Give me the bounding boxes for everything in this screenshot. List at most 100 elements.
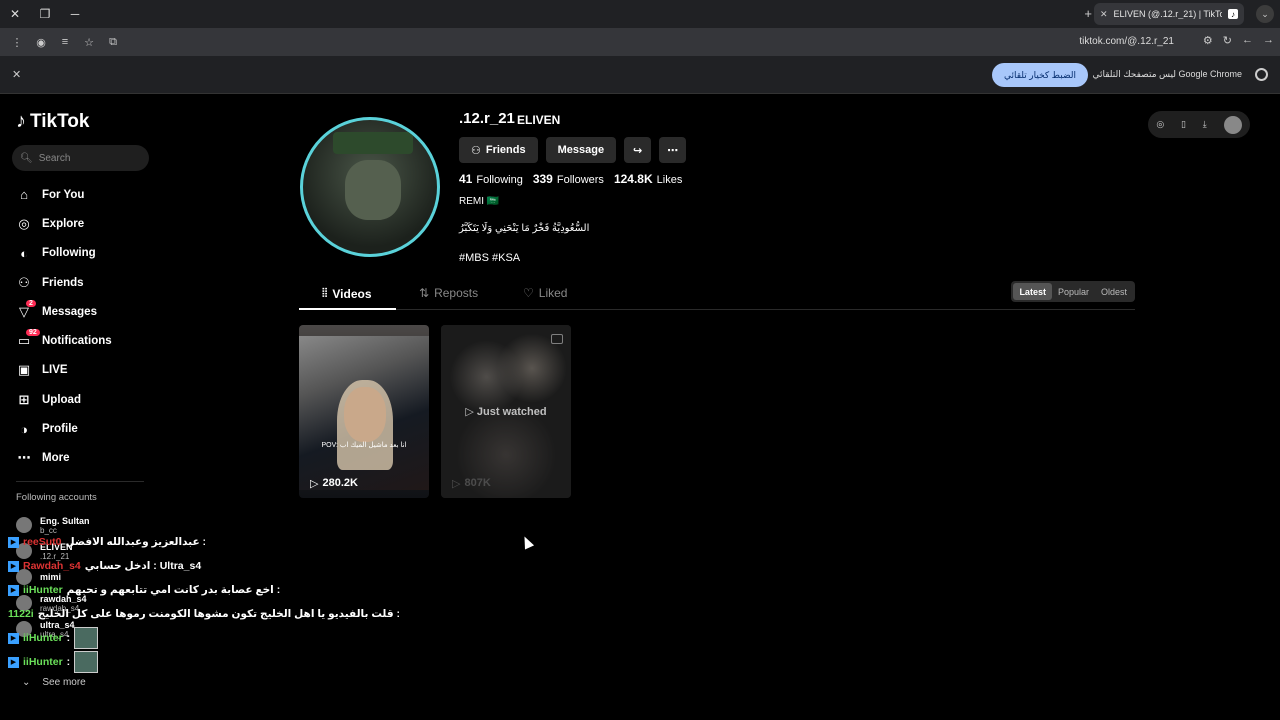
emote-image: [74, 627, 99, 649]
chat-line: 1122i قلت بالفيديو يا اهل الخليج تكون مشو…: [8, 608, 401, 620]
messages-badge: 2: [26, 300, 36, 308]
new-tab-icon[interactable]: +: [1084, 6, 1092, 21]
sidebar-item-explore[interactable]: ◎ Explore: [16, 209, 112, 238]
more-options-button[interactable]: ⋯: [659, 137, 687, 163]
platform-icon: ▶: [8, 632, 19, 644]
menu-icon[interactable]: ⋮: [8, 36, 26, 49]
tab-videos[interactable]: ⦙⦙ Videos: [322, 286, 372, 301]
tab-search-icon[interactable]: ⌄: [1256, 5, 1274, 23]
view-count: ▷ 280.2K: [310, 477, 358, 490]
share-button[interactable]: ↪: [624, 137, 652, 163]
download-icon[interactable]: ⤓: [1203, 119, 1207, 130]
friends-icon: ⚇: [471, 144, 481, 157]
sort-oldest[interactable]: Oldest: [1095, 283, 1133, 300]
star-icon[interactable]: ☆: [80, 36, 98, 49]
profile-bio-arabic: السُّعُودِيَّةُ فَخْرٌ مَا يَنْحَنِي وَل…: [459, 223, 590, 234]
video-card[interactable]: POV: انا بعد ماشيل الميك اب ▷ 280.2K: [299, 325, 429, 498]
tiktok-favicon-icon: ♪: [1228, 9, 1238, 19]
tab-reposts[interactable]: ⇅ Reposts: [419, 286, 478, 300]
sort-toggle: Latest Popular Oldest: [1011, 281, 1135, 302]
reading-list-icon[interactable]: ≡: [56, 36, 74, 48]
forward-icon[interactable]: →: [1263, 34, 1274, 47]
video-card[interactable]: ▷ Just watched ▷ 807K: [441, 325, 571, 498]
stat-following[interactable]: 41 Following: [459, 172, 523, 186]
heart-icon: ♡: [523, 286, 534, 300]
sidebar-item-more[interactable]: ⋯ More: [16, 444, 112, 473]
chrome-icon: [1255, 68, 1268, 81]
more-icon: ⋯: [667, 144, 679, 157]
tiktok-logo[interactable]: ♪ TikTok: [16, 110, 89, 133]
upload-icon: ⊞: [18, 391, 30, 407]
close-tab-icon[interactable]: ✕: [1100, 9, 1108, 20]
sidebar-item-friends[interactable]: ⚇ Friends: [16, 268, 112, 297]
sidebar-item-profile[interactable]: ◑ Profile: [16, 414, 112, 443]
sidebar-item-live[interactable]: ▣ LIVE: [16, 356, 112, 385]
live-icon: ▣: [17, 362, 31, 378]
avatar[interactable]: [1223, 115, 1242, 134]
share-icon: ↪: [632, 144, 643, 157]
profile-actions: ⚇ Friends Message ↪ ⋯: [459, 137, 687, 163]
back-icon[interactable]: ←: [1242, 34, 1253, 47]
coins-icon[interactable]: ◎: [1156, 119, 1164, 130]
minimize-window-icon[interactable]: ─: [60, 0, 90, 28]
profile-hashtags[interactable]: #MBS #KSA: [459, 252, 520, 264]
avatar-face-image: [345, 160, 401, 220]
repost-icon: ⇅: [419, 286, 430, 300]
divider: [16, 481, 144, 482]
mouse-cursor: [519, 534, 535, 550]
tiktok-note-icon: ♪: [16, 110, 26, 132]
address-bar: ⋮ ◉ ≡ ☆ ⧉ tiktok.com/@.12.r_21 ⚙ ↻ ← →: [0, 28, 1280, 56]
chat-line: ▶ iiHunter:: [8, 650, 400, 674]
reload-icon[interactable]: ↻: [1223, 34, 1232, 47]
home-icon: ⌂: [20, 187, 28, 203]
restore-window-icon[interactable]: ❐: [30, 0, 60, 28]
browser-tab[interactable]: ✕ ELIVEN (@.12.r_21) | TikTok ♪: [1094, 3, 1244, 25]
top-right-tools: ◎ ▯ ⤓: [1148, 111, 1250, 138]
message-button[interactable]: Message: [545, 137, 617, 163]
sort-popular[interactable]: Popular: [1052, 283, 1095, 300]
profile-icon: ◑: [20, 421, 28, 437]
install-app-icon[interactable]: ⧉: [104, 36, 122, 49]
search-icon: 🔍︎: [20, 152, 33, 164]
sidebar-item-messages[interactable]: ▽ 2 Messages: [16, 297, 112, 326]
grid-icon: ⦙⦙: [322, 286, 328, 300]
play-icon: ▷: [452, 478, 461, 490]
close-window-icon[interactable]: ✕: [0, 0, 30, 28]
play-icon: ▷: [465, 406, 477, 418]
stat-likes: 124.8K Likes: [613, 172, 683, 186]
sidebar-item-following[interactable]: ◐ Following: [16, 239, 112, 268]
close-icon[interactable]: ✕: [12, 68, 21, 81]
profile-tabs: ⦙⦙ Videos ⇅ Reposts ♡ Liked: [299, 280, 1135, 310]
sidebar-item-upload[interactable]: ⊞ Upload: [16, 385, 112, 414]
platform-icon: ▶: [8, 560, 19, 572]
sidebar-item-notifications[interactable]: ▭ 92 Notifications: [16, 326, 112, 355]
tab-liked[interactable]: ♡ Liked: [523, 286, 567, 300]
image-post-icon: [551, 334, 563, 344]
see-more-link[interactable]: ⌄ See more: [22, 677, 86, 688]
set-default-button[interactable]: الضبط كخيار تلقائي: [992, 63, 1088, 87]
default-browser-infobar: ✕ الضبط كخيار تلقائي Google Chrome ليس م…: [0, 56, 1280, 94]
chat-line: ▶ iiHunter:: [8, 626, 400, 650]
more-icon: ⋯: [17, 450, 31, 466]
stat-followers[interactable]: 339 Followers: [533, 172, 604, 186]
active-tab-underline: [299, 308, 396, 310]
sort-latest[interactable]: Latest: [1013, 283, 1052, 300]
sidebar-item-for-you[interactable]: ⌂ For You: [16, 180, 112, 209]
emote-image: [74, 651, 99, 673]
url-field[interactable]: tiktok.com/@.12.r_21: [1079, 36, 1174, 47]
site-settings-icon[interactable]: ⚙: [1203, 34, 1213, 47]
friends-button[interactable]: ⚇ Friends: [459, 137, 538, 163]
profile-nickname: ELIVEN: [517, 113, 561, 127]
chat-line: ▶ reeSut0 عبدالعزيز وعبدالله الافضل :: [8, 530, 400, 554]
profile-username: .12.r_21: [459, 110, 515, 127]
browser-titlebar: ✕ ❐ ─ + ✕ ELIVEN (@.12.r_21) | TikTok ♪ …: [0, 0, 1280, 28]
device-icon[interactable]: ▯: [1181, 119, 1186, 130]
just-watched-label: ▷ Just watched: [465, 406, 547, 418]
profile-icon[interactable]: ◉: [32, 36, 50, 49]
chevron-down-icon: ⌄: [22, 677, 31, 688]
search-input[interactable]: 🔍︎ Search: [12, 145, 149, 171]
profile-avatar[interactable]: [300, 117, 440, 257]
notifications-badge: 92: [26, 329, 40, 337]
platform-icon: ▶: [8, 536, 19, 548]
chat-line: ▶ Rawdah_s4 ادخل حسابي : Ultra_s4: [8, 554, 400, 578]
